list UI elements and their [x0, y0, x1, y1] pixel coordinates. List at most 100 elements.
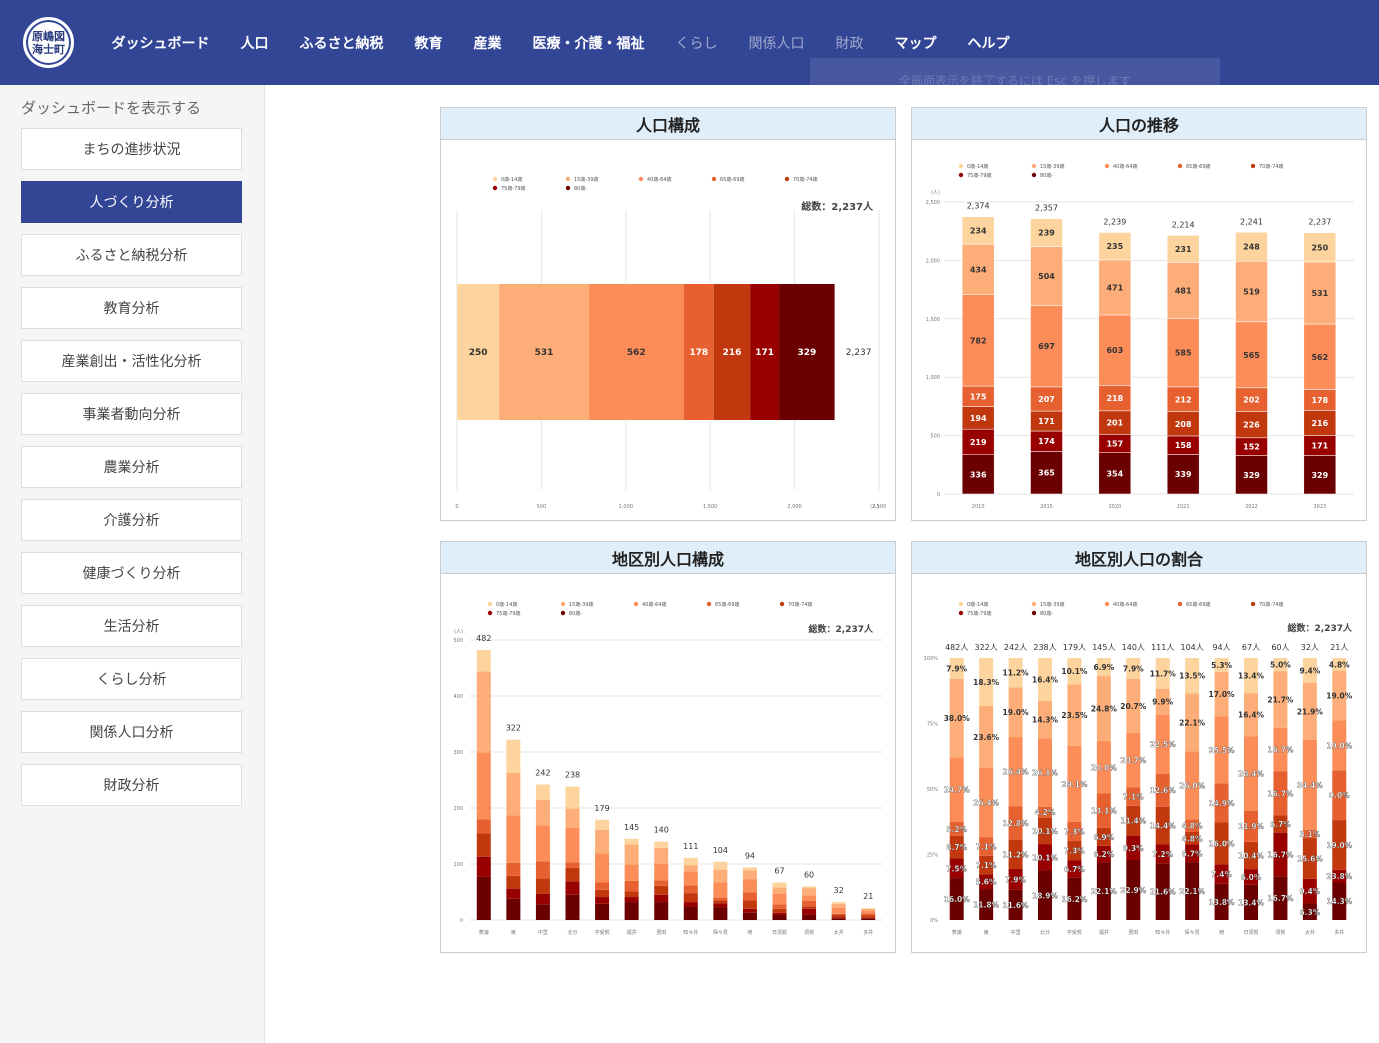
- legend-marker: [1031, 601, 1037, 607]
- segment-percent-label: 5.2%: [946, 825, 967, 834]
- segment-value-label: 562: [1311, 353, 1328, 362]
- segment-percent-label: 6.0%: [1241, 873, 1262, 882]
- sidebar-item[interactable]: ふるさと納税分析: [21, 234, 242, 276]
- y-tick-label: 75%: [927, 722, 938, 728]
- segment-percent-label: 34.4%: [1297, 781, 1324, 790]
- segment-value-label: 519: [1243, 288, 1260, 297]
- sidebar-item[interactable]: 産業創出・活性化分析: [21, 340, 242, 382]
- legend-marker: [958, 601, 964, 607]
- y-tick-label: 25%: [927, 853, 938, 859]
- x-tick-label: 北分: [1040, 929, 1050, 936]
- panel-title: 地区別人口の割合: [912, 542, 1366, 574]
- sidebar-item[interactable]: 健康づくり分析: [21, 552, 242, 594]
- bar-total-label: 482: [476, 634, 491, 643]
- legend-marker: [487, 610, 493, 616]
- segment-percent-label: 23.6%: [973, 733, 1000, 742]
- nav-item[interactable]: マップ: [895, 33, 937, 53]
- bar-total-label: 104人: [1181, 643, 1204, 652]
- x-tick-label: 豊田: [656, 929, 666, 936]
- segment-value-label: 782: [970, 336, 987, 345]
- x-unit-label: (人): [870, 504, 879, 510]
- stacked-bar-segment: [565, 881, 580, 895]
- nav-item[interactable]: くらし: [676, 33, 718, 53]
- legend-label: 80歳-: [574, 185, 587, 192]
- legend-label: 40歳-64歳: [1113, 601, 1138, 608]
- stacked-bar-segment: [802, 886, 817, 889]
- legend-marker: [711, 176, 717, 182]
- nav-item[interactable]: 関係人口: [749, 33, 805, 53]
- legend-label: 15歳-39歳: [569, 601, 594, 608]
- stacked-bar-segment: [831, 903, 846, 908]
- legend-marker: [1250, 601, 1256, 607]
- stacked-bar-segment: [683, 906, 698, 920]
- sidebar-item[interactable]: 人づくり分析: [21, 181, 242, 223]
- town-logo[interactable]: 原嶋図 海士町: [23, 17, 74, 68]
- sidebar-item[interactable]: 財政分析: [21, 764, 242, 806]
- nav-item[interactable]: 財政: [836, 33, 864, 53]
- district-ratio-panel: 地区別人口の割合 0歳-14歳 15歳-39歳 40歳-64歳 65歳-69歳 70歳-…: [911, 541, 1367, 953]
- nav-item[interactable]: ふるさと納税: [300, 33, 384, 53]
- segment-percent-label: 7.3%: [1064, 827, 1085, 836]
- x-tick-label: 中里: [1011, 929, 1021, 936]
- nav-item[interactable]: 教育: [415, 33, 443, 53]
- segment-percent-label: 6.7%: [1270, 820, 1291, 829]
- segment-value-label: 329: [1243, 471, 1260, 480]
- y-tick-label: 2,500: [926, 200, 940, 206]
- stacked-bar-segment: [565, 862, 580, 868]
- nav-item[interactable]: ヘルプ: [968, 33, 1010, 53]
- bar-total-label: 145: [624, 823, 639, 832]
- stacked-bar-segment: [831, 907, 846, 914]
- sidebar-item[interactable]: くらし分析: [21, 658, 242, 700]
- stacked-bar-segment: [535, 825, 550, 862]
- stacked-bar-segment: [831, 918, 846, 920]
- segment-percent-label: 7.2%: [1152, 850, 1173, 859]
- stacked-bar-segment: [742, 867, 757, 871]
- nav-item[interactable]: 産業: [474, 33, 502, 53]
- segment-percent-label: 18.3%: [973, 678, 1000, 687]
- segment-percent-label: 11.6%: [1003, 901, 1030, 910]
- nav-item[interactable]: ダッシュボード: [112, 33, 210, 53]
- y-tick-label: 1,000: [926, 375, 940, 381]
- x-tick-label: 須賀: [1275, 929, 1285, 936]
- segment-percent-label: 18.9%: [1032, 891, 1059, 900]
- sidebar-item[interactable]: まちの進捗状況: [21, 128, 242, 170]
- segment-percent-label: 23.5%: [1061, 711, 1088, 720]
- segment-percent-label: 7.3%: [1064, 847, 1085, 856]
- segment-percent-label: 6.7%: [1064, 865, 1085, 874]
- stacked-bar-segment: [772, 904, 787, 909]
- x-tick-label: 2,000: [787, 504, 801, 510]
- stacked-bar-segment: [506, 898, 521, 920]
- stacked-bar-segment: [683, 857, 698, 866]
- sidebar-item[interactable]: 関係人口分析: [21, 711, 242, 753]
- sidebar-item[interactable]: 生活分析: [21, 605, 242, 647]
- legend-label: 65歳-69歳: [1186, 163, 1211, 170]
- bar-total-label: 111人: [1151, 643, 1174, 652]
- segment-value-label: 585: [1175, 349, 1192, 358]
- segment-value-label: 329: [1311, 471, 1328, 480]
- stacked-bar-segment: [624, 880, 639, 892]
- sidebar-item[interactable]: 介護分析: [21, 499, 242, 541]
- legend-marker: [492, 176, 498, 182]
- segment-percent-label: 22.9%: [1120, 886, 1147, 895]
- nav-item[interactable]: 人口: [241, 33, 269, 53]
- stacked-bar-segment: [595, 853, 610, 883]
- stacked-bar-segment: [861, 908, 876, 912]
- nav-item[interactable]: 医療・介護・福祉: [533, 33, 645, 53]
- x-tick-label: 2015: [1040, 504, 1053, 510]
- sidebar-item[interactable]: 農業分析: [21, 446, 242, 488]
- stacked-bar-segment: [713, 882, 728, 898]
- x-tick-label: 日須賀: [1243, 929, 1258, 936]
- segment-percent-label: 7.9%: [946, 664, 967, 673]
- sidebar-item[interactable]: 事業者動向分析: [21, 393, 242, 435]
- segment-percent-label: 11.8%: [973, 901, 1000, 910]
- x-tick-label: 日須賀: [772, 929, 787, 936]
- stacked-bar-segment: [713, 903, 728, 908]
- bar-total-label: 2,241: [1240, 217, 1263, 226]
- population-composition-chart: 0歳-14歳 15歳-39歳 40歳-64歳 65歳-69歳 70歳-74歳 75歳-79…: [455, 176, 886, 510]
- segment-percent-label: 13.4%: [1238, 898, 1265, 907]
- bar-total-label: 322人: [975, 643, 998, 652]
- x-tick-label: 太井: [1305, 929, 1315, 936]
- stacked-bar-segment: [802, 908, 817, 915]
- sidebar-item[interactable]: 教育分析: [21, 287, 242, 329]
- segment-value-label: 219: [970, 438, 987, 447]
